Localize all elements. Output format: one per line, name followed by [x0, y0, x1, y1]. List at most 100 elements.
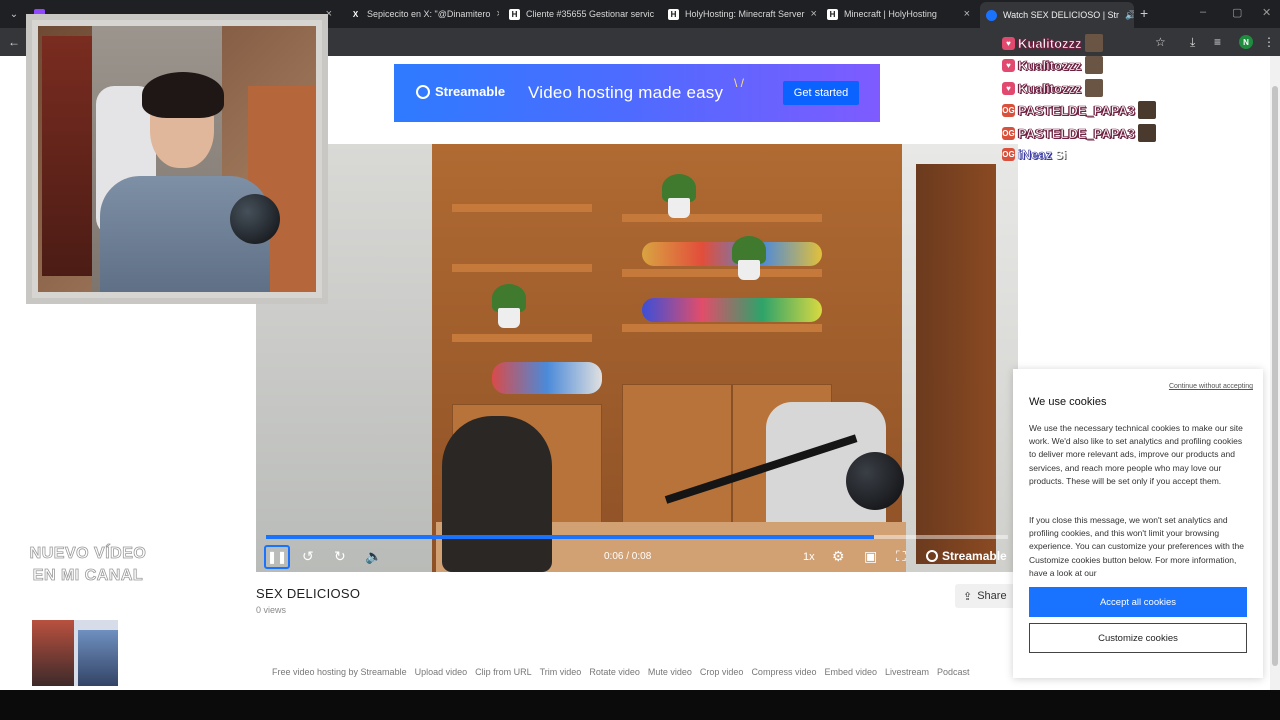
- cam-microphone: [230, 194, 280, 244]
- tab-x-post[interactable]: X Sepicecito en X: "@Dinamitero ×: [344, 4, 499, 24]
- close-tab-icon[interactable]: ×: [811, 8, 817, 20]
- rewind-icon[interactable]: ↺: [302, 548, 314, 565]
- menu-kebab-icon[interactable]: ⋮: [1263, 35, 1275, 49]
- tab-streamable-active[interactable]: Watch SEX DELICIOSO | Str 🔊 ×: [980, 2, 1134, 28]
- video-title: SEX DELICIOSO: [256, 586, 361, 601]
- pause-button[interactable]: ❚❚: [264, 545, 290, 569]
- tab-title: Minecraft | HolyHosting: [844, 9, 937, 19]
- maximize-icon[interactable]: ▢: [1232, 6, 1242, 19]
- video-progress-bar[interactable]: [266, 535, 1008, 539]
- footer-link[interactable]: Livestream: [885, 667, 929, 677]
- holyhosting-icon: H: [668, 8, 679, 20]
- fullscreen-icon[interactable]: ⛶: [896, 548, 906, 565]
- player-brand[interactable]: Streamable: [926, 549, 1007, 563]
- minimize-icon[interactable]: –: [1200, 6, 1206, 18]
- footer-link[interactable]: Clip from URL: [475, 667, 532, 677]
- tab-title: Watch SEX DELICIOSO | Str: [1003, 10, 1120, 20]
- footer-link[interactable]: Podcast: [937, 667, 970, 677]
- heart-badge-icon: ♥: [1002, 36, 1015, 50]
- cookie-paragraph: If you close this message, we won't set …: [1029, 515, 1244, 578]
- footer-link[interactable]: Embed video: [824, 667, 877, 677]
- footer-link[interactable]: Compress video: [751, 667, 816, 677]
- customize-cookies-button[interactable]: Customize cookies: [1029, 623, 1247, 653]
- chat-username: iNeaz: [1018, 147, 1053, 163]
- cookie-consent-dialog: Continue without accepting We use cookie…: [1013, 369, 1263, 678]
- chat-emote: [1138, 101, 1157, 119]
- pot: [498, 308, 520, 328]
- og-badge-icon: OG: [1002, 148, 1015, 161]
- tab-holyhosting-server[interactable]: H HolyHosting: Minecraft Server ×: [662, 4, 817, 24]
- chat-message: ♥ Kualitozzz: [1002, 34, 1103, 52]
- pot: [738, 260, 760, 280]
- cam-streamer-hair: [142, 72, 224, 118]
- thumbnail-figure: [78, 630, 118, 686]
- footer-link[interactable]: Free video hosting by Streamable: [272, 667, 407, 677]
- sparkle-icon: \ /: [734, 76, 745, 90]
- new-tab-icon[interactable]: +: [1140, 5, 1148, 21]
- webcam-feed: [38, 26, 316, 292]
- new-video-promo: NUEVO VÍDEO EN MI CANAL: [20, 543, 156, 587]
- footer-link[interactable]: Rotate video: [589, 667, 640, 677]
- chat-emote: [1084, 79, 1103, 97]
- video-player[interactable]: [256, 144, 1018, 572]
- get-started-button[interactable]: Get started: [783, 81, 859, 105]
- og-badge-icon: OG: [1002, 126, 1015, 140]
- chat-message: ♥ Kualitozzz: [1002, 79, 1103, 97]
- holyhosting-icon: H: [827, 8, 838, 20]
- download-icon[interactable]: ⤓: [1190, 35, 1195, 50]
- tab-search-icon[interactable]: ⌄: [6, 6, 22, 22]
- forward-icon[interactable]: ↻: [334, 548, 346, 565]
- page-scrollbar[interactable]: [1270, 56, 1280, 690]
- back-icon[interactable]: ←: [8, 35, 20, 49]
- promo-line: NUEVO VÍDEO: [29, 545, 147, 563]
- media-control-icon[interactable]: ≡: [1214, 35, 1221, 49]
- profile-avatar[interactable]: N: [1239, 35, 1253, 49]
- chat-emote: [1084, 34, 1103, 52]
- close-tab-icon[interactable]: ×: [964, 8, 970, 20]
- banner-logo: Streamable: [416, 84, 505, 99]
- skateboard: [492, 362, 602, 394]
- video-views: 0 views: [256, 605, 287, 615]
- cam-door: [42, 36, 92, 276]
- streamable-banner[interactable]: Streamable Video hosting made easy \ / G…: [394, 64, 880, 122]
- audio-playing-icon[interactable]: 🔊: [1125, 10, 1134, 21]
- promo-line: EN MI CANAL: [32, 567, 144, 585]
- footer-link[interactable]: Trim video: [540, 667, 582, 677]
- chat-text: Si: [1054, 147, 1067, 162]
- og-badge-icon: OG: [1002, 103, 1015, 117]
- scrollbar-thumb[interactable]: [1272, 86, 1278, 666]
- shelf: [452, 264, 592, 272]
- thumbnail-figure: [32, 620, 74, 686]
- bookmark-star-icon[interactable]: ☆: [1155, 35, 1166, 49]
- footer-link[interactable]: Crop video: [700, 667, 744, 677]
- close-tab-icon[interactable]: ×: [496, 8, 499, 20]
- x-logo-icon: X: [352, 9, 359, 19]
- footer-link[interactable]: Upload video: [415, 667, 468, 677]
- volume-icon[interactable]: 🔈: [365, 548, 382, 565]
- heart-badge-icon: ♥: [1002, 58, 1015, 72]
- close-window-icon[interactable]: ✕: [1262, 6, 1271, 19]
- chat-username: Kualitozzz: [1018, 80, 1082, 96]
- chat-message: ♥ Kualitozzz: [1002, 56, 1103, 74]
- continue-without-accepting-link[interactable]: Continue without accepting: [1169, 383, 1253, 390]
- tab-cliente[interactable]: H Cliente #35655 Gestionar servic ×: [503, 4, 658, 24]
- cookie-paragraph: We use the necessary technical cookies t…: [1029, 423, 1243, 486]
- share-button[interactable]: ⇪ Share: [955, 584, 1015, 608]
- tab-minecraft[interactable]: H Minecraft | HolyHosting ×: [821, 4, 976, 24]
- banner-headline: Video hosting made easy: [528, 83, 724, 102]
- tab-title: HolyHosting: Minecraft Server: [685, 9, 805, 19]
- chat-message: OG PASTELDE_PAPA3: [1002, 101, 1157, 119]
- shelf: [622, 214, 822, 222]
- shelf: [452, 334, 592, 342]
- accept-all-cookies-button[interactable]: Accept all cookies: [1029, 587, 1247, 617]
- share-icon: ⇪: [963, 590, 973, 603]
- video-scene-person: [442, 416, 552, 572]
- promo-thumbnail: [32, 620, 118, 686]
- shelf: [452, 204, 592, 212]
- picture-in-picture-icon[interactable]: ▣: [864, 548, 877, 565]
- footer-link[interactable]: Mute video: [648, 667, 692, 677]
- playback-speed-button[interactable]: 1x: [803, 551, 815, 563]
- settings-gear-icon[interactable]: ⚙: [832, 548, 845, 565]
- shelf: [622, 269, 822, 277]
- chat-message: OG iNeaz Si: [1002, 147, 1066, 162]
